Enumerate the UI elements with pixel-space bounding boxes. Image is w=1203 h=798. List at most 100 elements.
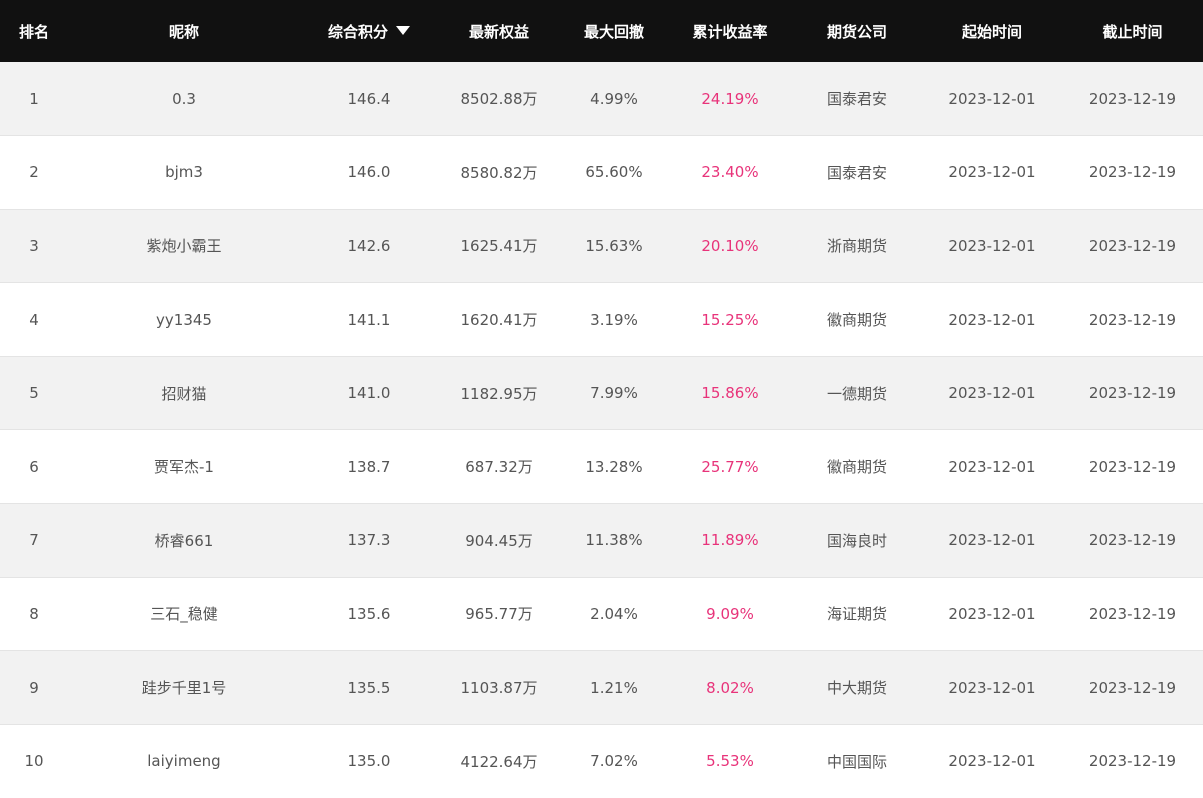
start-date-cell: 2023-12-01 [922, 723, 1062, 798]
col-company-header: 期货公司 [826, 22, 887, 41]
return-cell: 20.10% [668, 208, 792, 283]
drawdown-cell: 2.04% [560, 576, 668, 651]
col-equity-header: 最新权益 [468, 22, 529, 41]
company-cell: 浙商期货 [792, 208, 922, 283]
drawdown-cell: 15.63% [560, 208, 668, 283]
nickname-cell: laiyimeng [68, 723, 300, 798]
equity-cell: 965.77万 [438, 576, 560, 651]
score-cell: 141.1 [300, 282, 438, 357]
return-cell: 24.19% [701, 89, 759, 108]
nickname-cell: 紫炮小霸王 [68, 208, 300, 283]
col-nickname-header: 昵称 [168, 22, 199, 41]
nickname-cell: 0.3 [172, 89, 196, 108]
rank-cell: 6 [0, 429, 68, 504]
nickname-cell: 桥睿661 [68, 503, 300, 578]
start-date-cell: 2023-12-01 [922, 135, 1062, 210]
company-cell: 中国国际 [792, 723, 922, 798]
nickname-cell: 招财猫 [68, 355, 300, 430]
rank-cell: 10 [0, 723, 68, 798]
company-cell: 徽商期货 [792, 282, 922, 357]
start-date-cell: 2023-12-01 [922, 503, 1062, 578]
start-date-cell: 2023-12-01 [922, 208, 1062, 283]
drawdown-cell: 65.60% [560, 135, 668, 210]
equity-cell: 1620.41万 [438, 282, 560, 357]
col-rank-header: 排名 [18, 22, 49, 41]
table-row[interactable]: 9 跬步千里1号 135.5 1103.87万 1.21% 8.02% 中大期货… [0, 650, 1203, 725]
company-cell: 一德期货 [792, 355, 922, 430]
score-cell: 146.0 [300, 135, 438, 210]
nickname-cell: 贾军杰-1 [68, 429, 300, 504]
return-cell: 23.40% [668, 135, 792, 210]
return-cell: 25.77% [668, 429, 792, 504]
rank-cell: 4 [0, 282, 68, 357]
score-cell: 146.4 [347, 89, 391, 108]
ranking-table: 排名 昵称 综合积分 最新权益 最大回撤 累计收益率 期货公司 起始时间 截止时… [0, 0, 1203, 798]
end-date-cell: 2023-12-19 [1062, 355, 1203, 430]
table-body: 1 0.3 146.4 8502.88万 4.99% 24.19% 国泰君安 2… [0, 62, 1203, 798]
equity-cell: 1625.41万 [438, 208, 560, 283]
rank-cell: 3 [0, 208, 68, 283]
score-cell: 141.0 [300, 355, 438, 430]
rank-cell: 9 [0, 650, 68, 725]
table-row[interactable]: 7 桥睿661 137.3 904.45万 11.38% 11.89% 国海良时… [0, 503, 1203, 578]
table-row[interactable]: 3 紫炮小霸王 142.6 1625.41万 15.63% 20.10% 浙商期… [0, 208, 1203, 283]
col-score-label: 综合积分 [327, 22, 388, 41]
start-date-cell: 2023-12-01 [948, 89, 1036, 108]
nickname-cell: yy1345 [68, 282, 300, 357]
table-row[interactable]: 6 贾军杰-1 138.7 687.32万 13.28% 25.77% 徽商期货… [0, 429, 1203, 504]
equity-cell: 1103.87万 [438, 650, 560, 725]
end-date-cell: 2023-12-19 [1062, 429, 1203, 504]
start-date-cell: 2023-12-01 [922, 355, 1062, 430]
score-cell: 138.7 [300, 429, 438, 504]
rank-cell: 1 [29, 89, 39, 108]
company-cell: 国海良时 [792, 503, 922, 578]
end-date-cell: 2023-12-19 [1062, 723, 1203, 798]
end-date-cell: 2023-12-19 [1062, 208, 1203, 283]
drawdown-cell: 3.19% [560, 282, 668, 357]
table-row[interactable]: 5 招财猫 141.0 1182.95万 7.99% 15.86% 一德期货 2… [0, 355, 1203, 430]
sort-desc-icon[interactable] [396, 25, 410, 35]
table-row[interactable]: 4 yy1345 141.1 1620.41万 3.19% 15.25% 徽商期… [0, 282, 1203, 357]
score-cell: 135.5 [300, 650, 438, 725]
rank-cell: 2 [0, 135, 68, 210]
drawdown-cell: 4.99% [590, 89, 638, 108]
rank-cell: 8 [0, 576, 68, 651]
col-score-header[interactable]: 综合积分 [300, 0, 438, 62]
score-cell: 135.0 [300, 723, 438, 798]
nickname-cell: 跬步千里1号 [68, 650, 300, 725]
end-date-cell: 2023-12-19 [1062, 503, 1203, 578]
company-cell: 中大期货 [792, 650, 922, 725]
start-date-cell: 2023-12-01 [922, 429, 1062, 504]
return-cell: 15.86% [668, 355, 792, 430]
return-cell: 8.02% [668, 650, 792, 725]
drawdown-cell: 1.21% [560, 650, 668, 725]
start-date-cell: 2023-12-01 [922, 576, 1062, 651]
start-date-cell: 2023-12-01 [922, 282, 1062, 357]
col-start-header: 起始时间 [961, 22, 1022, 41]
table-row[interactable]: 10 laiyimeng 135.0 4122.64万 7.02% 5.53% … [0, 723, 1203, 798]
end-date-cell: 2023-12-19 [1088, 89, 1177, 108]
end-date-cell: 2023-12-19 [1062, 282, 1203, 357]
table-header: 排名 昵称 综合积分 最新权益 最大回撤 累计收益率 期货公司 起始时间 截止时… [0, 0, 1203, 62]
drawdown-cell: 7.99% [560, 355, 668, 430]
drawdown-cell: 7.02% [560, 723, 668, 798]
equity-cell: 8502.88万 [460, 90, 538, 109]
drawdown-cell: 11.38% [560, 503, 668, 578]
score-cell: 137.3 [300, 503, 438, 578]
equity-cell: 8580.82万 [438, 135, 560, 210]
company-cell: 徽商期货 [792, 429, 922, 504]
table-row[interactable]: 1 0.3 146.4 8502.88万 4.99% 24.19% 国泰君安 2… [0, 62, 1203, 136]
equity-cell: 4122.64万 [438, 723, 560, 798]
end-date-cell: 2023-12-19 [1062, 576, 1203, 651]
equity-cell: 904.45万 [438, 503, 560, 578]
rank-cell: 5 [0, 355, 68, 430]
end-date-cell: 2023-12-19 [1062, 650, 1203, 725]
table-row[interactable]: 8 三石_稳健 135.6 965.77万 2.04% 9.09% 海证期货 2… [0, 576, 1203, 651]
return-cell: 15.25% [668, 282, 792, 357]
rank-cell: 7 [0, 503, 68, 578]
table-row[interactable]: 2 bjm3 146.0 8580.82万 65.60% 23.40% 国泰君安… [0, 135, 1203, 210]
equity-cell: 687.32万 [438, 429, 560, 504]
nickname-cell: bjm3 [68, 135, 300, 210]
col-drawdown-header: 最大回撤 [583, 22, 644, 41]
score-cell: 142.6 [300, 208, 438, 283]
